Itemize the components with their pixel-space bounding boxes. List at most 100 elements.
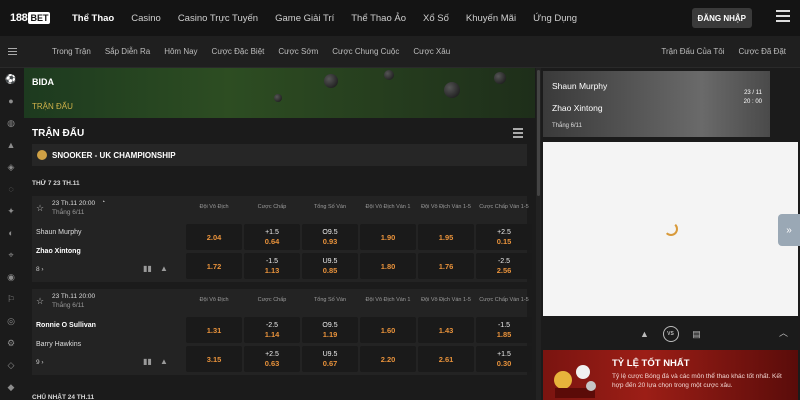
tab-early[interactable]: Cược Sớm	[278, 47, 318, 56]
promo-description: Tỷ lệ cược Bóng đá và các môn thể thao k…	[612, 373, 782, 389]
nav-item-sports[interactable]: Thể Thao	[72, 13, 114, 24]
match-time: 23 Th.11 20:00	[52, 200, 96, 207]
team-home: Ronnie O Sullivan	[36, 322, 96, 329]
more-markets-count[interactable]: 9 ›	[36, 359, 44, 366]
side-drawer-toggle-icon[interactable]: »	[778, 214, 800, 246]
volleyball-icon[interactable]: ◌	[0, 178, 22, 200]
tab-bets-placed[interactable]: Cược Đã Đặt	[739, 47, 787, 56]
odds-cell[interactable]: 1.43	[418, 317, 474, 343]
odds-cell[interactable]: 1.90	[360, 224, 416, 250]
nav-item-lottery[interactable]: Xổ Số	[423, 13, 449, 24]
favorite-star-icon[interactable]: ☆	[36, 203, 44, 214]
odds-cell[interactable]: +1.5 0.64	[244, 224, 300, 250]
nav-item-casino[interactable]: Casino	[131, 13, 161, 24]
collapse-chevron-up-icon[interactable]: ︿	[779, 326, 788, 339]
scrollbar-thumb[interactable]	[537, 70, 540, 196]
nav-item-live-casino[interactable]: Casino Trực Tuyến	[178, 13, 258, 24]
esports-icon[interactable]: ◈	[0, 156, 22, 178]
odds-cell[interactable]: 1.60	[360, 317, 416, 343]
odds-cell[interactable]: U9.5 0.85	[302, 253, 358, 279]
day-header: THỨ 7 23 TH.11	[32, 179, 80, 187]
live-stream-panel[interactable]	[543, 142, 798, 316]
hockey-icon[interactable]: ⌖	[0, 244, 22, 266]
nav-item-apps[interactable]: Ứng Dụng	[533, 13, 577, 24]
tab-in-play[interactable]: Trong Trận	[52, 47, 91, 56]
odds-cell[interactable]: O9.5 1.19	[302, 317, 358, 343]
stats-icon[interactable]: ▮▮	[143, 357, 152, 366]
team-away: Barry Hawkins	[36, 341, 82, 348]
odds-cell[interactable]: 1.95	[418, 224, 474, 250]
day-header: CHỦ NHẬT 24 TH.11	[32, 393, 95, 400]
odds-cell[interactable]: +1.5 0.30	[476, 346, 532, 372]
badminton-icon[interactable]: ✦	[0, 200, 22, 222]
main-content: BIDA TRẬN ĐẤU TRẬN ĐẤU SNOOKER - UK CHAM…	[24, 68, 535, 400]
baseball-icon[interactable]: ◐	[0, 222, 22, 244]
promo-banner[interactable]: TỶ LỆ TỐT NHẤT Tỷ lệ cược Bóng đá và các…	[543, 350, 798, 400]
golf-icon[interactable]: ⚐	[0, 288, 22, 310]
odds-cell[interactable]: O9.5 0.93	[302, 224, 358, 250]
logo-text: BET	[28, 12, 51, 24]
odds-cell[interactable]: -2.5 1.14	[244, 317, 300, 343]
odds-cell[interactable]: 1.31	[186, 317, 242, 343]
tab-outright[interactable]: Cược Chung Cuộc	[332, 47, 399, 56]
col-header-frame1-winner: Đội Vô Địch Ván 1	[365, 204, 411, 210]
odds-cell[interactable]: 3.15	[186, 346, 242, 372]
sports-subnav: Trong Trận Sắp Diễn Ra Hôm Nay Cược Đặc …	[0, 36, 800, 68]
promo-athletes-icon	[554, 365, 596, 398]
more-markets-value: 8	[36, 266, 40, 273]
sport-icon-rail: ⚽ ● ◍ ▲ ◈ ◌ ✦ ◐ ⌖ ◉ ⚐ ◎ ⚙ ◇ ◆	[0, 68, 22, 400]
odds-cell[interactable]: +2.5 0.63	[244, 346, 300, 372]
odds-cell[interactable]: 2.04	[186, 224, 242, 250]
collapse-menu-icon[interactable]	[0, 46, 24, 57]
live-scoreboard: Shaun Murphy Zhao Xintong Thắng 6/11 23 …	[543, 71, 770, 137]
more-sports-icon[interactable]: ◆	[0, 376, 22, 398]
brand-logo[interactable]: 188 BET	[10, 9, 58, 27]
darts-icon[interactable]: ◇	[0, 354, 22, 376]
scoreboard-icon[interactable]: ▤	[689, 326, 705, 342]
snooker-table-icon[interactable]: ▲	[637, 326, 653, 342]
nav-item-promotions[interactable]: Khuyến Mãi	[466, 13, 516, 24]
odds-cell[interactable]: 1.80	[360, 253, 416, 279]
main-scrollbar[interactable]	[536, 68, 541, 400]
odds-cell[interactable]: 1.76	[418, 253, 474, 279]
col-header-handicap: Cược Chấp	[257, 297, 287, 303]
hamburger-menu-icon[interactable]	[776, 10, 790, 24]
snooker-icon[interactable]: ▲	[0, 134, 22, 156]
col-header-frames15-handicap: Cược Chấp Ván 1-5	[479, 204, 529, 210]
cricket-icon[interactable]: ⚙	[0, 332, 22, 354]
versus-icon[interactable]: VS	[662, 326, 679, 342]
snooker-rack-icon[interactable]: ▲	[160, 357, 168, 366]
odds-cell[interactable]: 2.20	[360, 346, 416, 372]
filter-settings-icon[interactable]	[513, 128, 523, 138]
nav-item-virtual-sports[interactable]: Thể Thao Ảo	[351, 13, 406, 24]
odds-cell[interactable]: 1.72	[186, 253, 242, 279]
favorite-star-icon[interactable]: ☆	[36, 296, 44, 307]
tab-today[interactable]: Hôm Nay	[164, 47, 197, 56]
more-markets-count[interactable]: 8 ›	[36, 266, 44, 273]
nav-item-games[interactable]: Game Giải Trí	[275, 13, 334, 24]
tab-upcoming[interactable]: Sắp Diễn Ra	[105, 47, 150, 56]
odds-cell[interactable]: U9.5 0.67	[302, 346, 358, 372]
login-button[interactable]: ĐĂNG NHẬP	[691, 8, 752, 28]
tab-specials[interactable]: Cược Đặc Biệt	[212, 47, 265, 56]
sport-subtitle[interactable]: TRẬN ĐẤU	[32, 102, 73, 111]
tennis-icon[interactable]: ◍	[0, 112, 22, 134]
league-header[interactable]: SNOOKER - UK CHAMPIONSHIP	[32, 144, 527, 166]
snooker-rack-icon[interactable]: ▲	[160, 264, 168, 273]
tab-parlay[interactable]: Cược Xâu	[413, 47, 450, 56]
subnav-right: Trận Đấu Của Tôi Cược Đã Đặt	[661, 47, 800, 56]
basketball-icon[interactable]: ●	[0, 90, 22, 112]
soccer-icon[interactable]: ⚽	[0, 68, 22, 90]
tab-my-matches[interactable]: Trận Đấu Của Tôi	[661, 47, 724, 56]
odds-cell[interactable]: -1.5 1.85	[476, 317, 532, 343]
handball-icon[interactable]: ◎	[0, 310, 22, 332]
odds-cell[interactable]: -2.5 2.56	[476, 253, 532, 279]
odds-cell[interactable]: -1.5 1.13	[244, 253, 300, 279]
league-badge-icon	[37, 150, 47, 160]
match-time: 23 Th.11 20:00	[52, 293, 96, 300]
rugby-icon[interactable]: ◉	[0, 266, 22, 288]
odds-cell[interactable]: 2.61	[418, 346, 474, 372]
odds-cell[interactable]: +2.5 0.15	[476, 224, 532, 250]
sport-title: BIDA	[32, 77, 54, 87]
stats-icon[interactable]: ▮▮	[143, 264, 152, 273]
